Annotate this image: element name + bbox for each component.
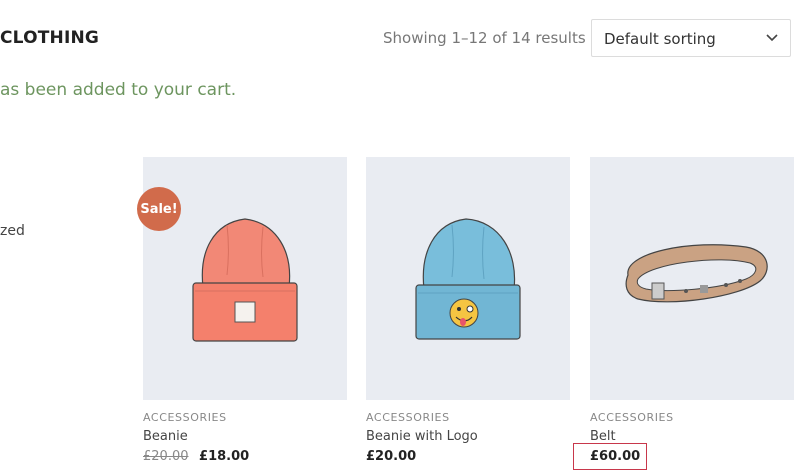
product-price: £20.00 £18.00 [143,449,347,464]
sidebar-category-link[interactable]: zed [0,223,25,239]
result-count: Showing 1–12 of 14 results [383,29,586,47]
cart-added-notice: as been added to your cart. [0,80,237,100]
original-price: £20.00 [143,449,189,464]
sorting-dropdown[interactable]: Default sorting [591,19,791,57]
product-price: £20.00 [366,449,417,464]
page-title: CLOTHING [0,28,100,48]
sale-price: £18.00 [199,449,250,464]
chevron-down-icon [766,34,778,42]
product-category[interactable]: ACCESSORIES [590,411,794,424]
beanie-blue-logo-icon [415,218,521,340]
product-image[interactable] [590,157,794,400]
product-image[interactable] [366,157,570,400]
product-card-belt[interactable]: ACCESSORIES Belt £60.00 [590,157,794,464]
product-name[interactable]: Beanie [143,429,347,444]
product-category[interactable]: ACCESSORIES [366,411,570,424]
product-name[interactable]: Belt [590,429,794,444]
sorting-selected-label: Default sorting [604,30,716,48]
sale-badge: Sale! [137,187,181,231]
product-card-beanie-with-logo[interactable]: ACCESSORIES Beanie with Logo £20.00 [366,157,570,464]
product-category[interactable]: ACCESSORIES [143,411,347,424]
price-highlight-box [573,443,647,470]
belt-icon [625,244,768,303]
product-name[interactable]: Beanie with Logo [366,429,570,444]
